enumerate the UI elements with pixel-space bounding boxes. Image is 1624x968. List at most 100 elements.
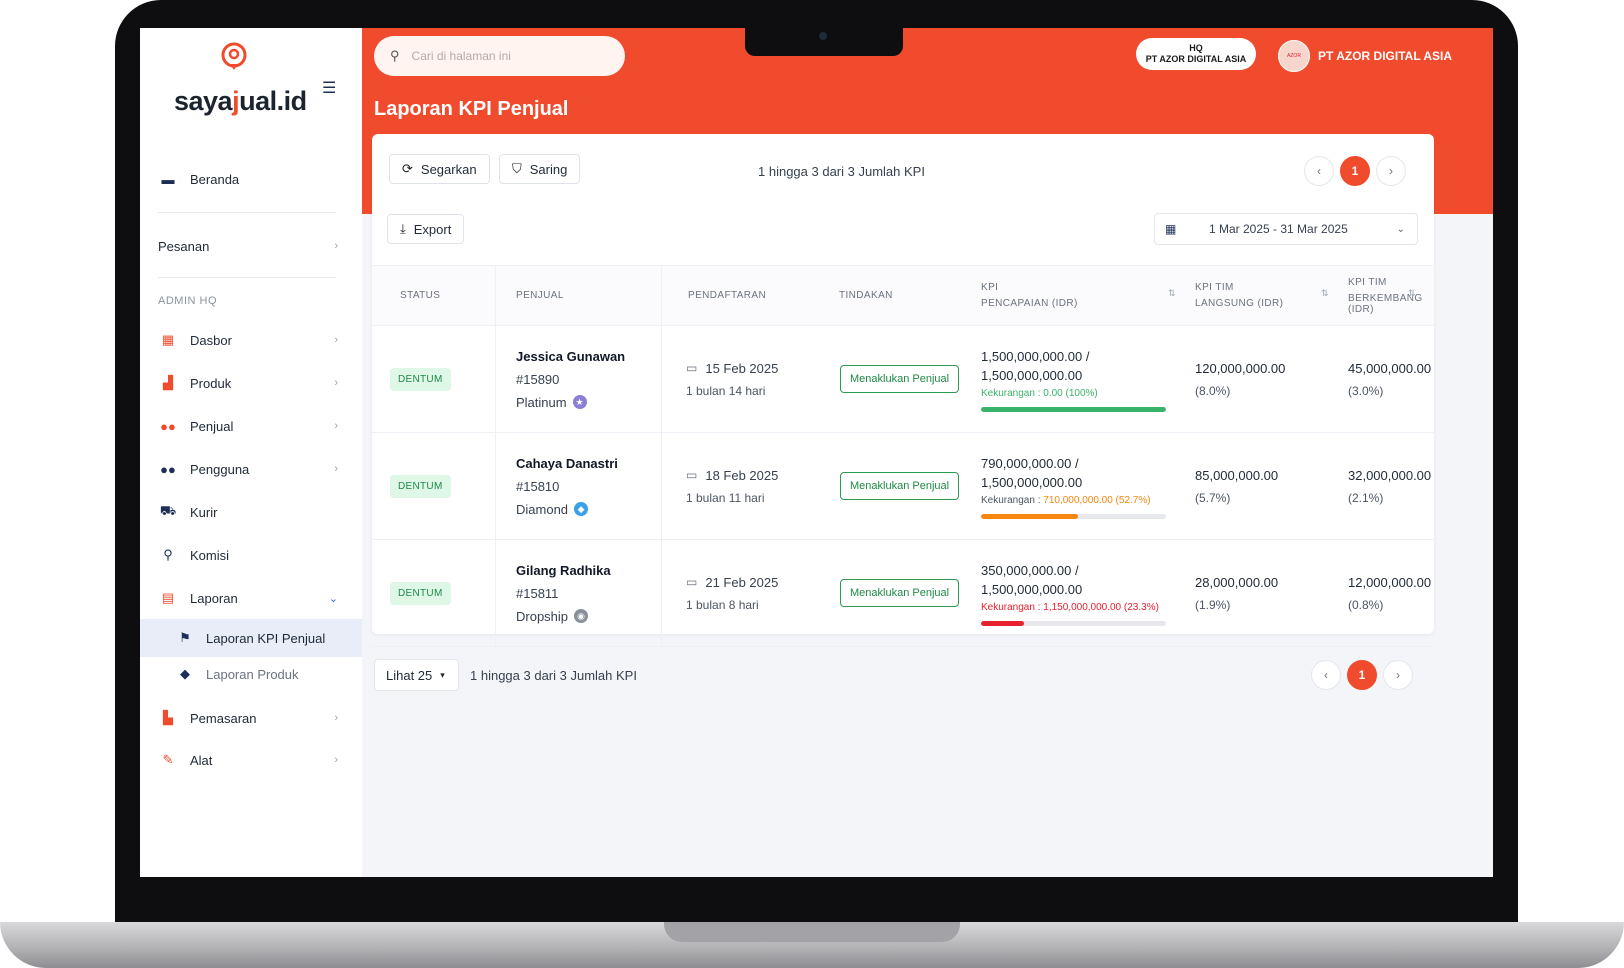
registration-duration: 1 bulan 8 hari [686,597,759,612]
seller-name[interactable]: Gilang Radhika [516,563,660,578]
prev-page-button[interactable]: ‹ [1304,156,1334,186]
header-team-dev[interactable]: KPI TIM BERKEMBANG (IDR) ⇅ [1347,265,1434,326]
page-title: Laporan KPI Penjual [374,98,569,120]
sidebar-item-home[interactable]: ▬ Beranda [158,165,344,193]
kpi-shortfall-label: Kekurangan : [981,494,1044,506]
header-action: TINDAKAN [839,265,980,326]
kpi-shortfall: Kekurangan : 710,000,000.00 (52.7%) [981,495,1193,506]
seller-id: #15811 [516,585,559,601]
marketing-icon: ▙ [163,710,173,725]
kpi-shortfall-value: 710,000,000.00 (52.7%) [1043,494,1151,506]
refresh-label: Segarkan [420,161,477,177]
sidebar-item-users[interactable]: ●● Pengguna › [158,455,344,483]
calendar-icon: ▭ [686,575,698,589]
hq-badge[interactable]: HQ PT AZOR DIGITAL ASIA [1136,38,1256,70]
kpi-progress-fill [981,406,1166,412]
sidebar-item-label: Pesanan [158,238,210,254]
chevron-right-icon: › [334,377,338,389]
kpi-target: 1,500,000,000.00 [981,581,1083,597]
sidebar-item-marketing[interactable]: ▙ Pemasaran › [158,704,344,732]
cell-team-dev: 12,000,000.00 (0.8%) [1347,539,1434,647]
download-icon: ⤓ [400,221,406,236]
card-icon: ▬ [161,171,175,187]
kpi-target: 1,500,000,000.00 [981,474,1083,490]
next-page-button[interactable]: › [1383,660,1413,690]
date-range-picker[interactable]: ▦ 1 Mar 2025 - 31 Mar 2025 ⌄ [1154,213,1418,245]
seller-tier: Dropship ◉ [516,609,660,624]
team-dev-percent: (2.1%) [1348,490,1384,505]
kpi-progress-bar [981,513,1166,519]
registration-date: ▭ 21 Feb 2025 [686,575,838,590]
kpi-card: ⟳ Segarkan ⛉ Saring 1 hingga 3 dari 3 Ju… [372,134,1434,647]
cell-action: Menaklukan Penjual [839,539,980,647]
cell-action: Menaklukan Penjual [839,432,980,540]
header-kpi-line2: PENCAPAIAN (IDR) [981,298,1078,309]
header-team-direct[interactable]: KPI TIM LANGSUNG (IDR) ⇅ [1194,265,1347,326]
search-input[interactable] [409,48,604,64]
seller-name[interactable]: Cahaya Danastri [516,456,660,471]
cell-status: DENTUM [372,325,496,433]
sidebar-item-products[interactable]: ▟ Produk › [158,369,344,397]
sidebar-item-label: Pemasaran [190,710,257,726]
next-page-button[interactable]: › [1376,156,1406,186]
export-button[interactable]: ⤓ Export [387,214,465,244]
filter-button[interactable]: ⛉ Saring [499,154,581,184]
table-header-row: STATUS PENJUAL PENDAFTARAN TINDAKAN KPI … [372,265,1434,326]
table-row: DENTUM Cahaya Danastri #15810 Diamond ◆ ▭ 18 F… [372,432,1434,540]
sidebar-item-orders[interactable]: Pesanan › [158,232,344,260]
header-kpi[interactable]: KPI PENCAPAIAN (IDR) ⇅ [980,265,1194,326]
menu-toggle-icon[interactable]: ☰ [322,78,336,98]
sidebar-item-label: Komisi [190,547,230,563]
kpi-progress-bar [981,406,1166,412]
logo-text: sayajual.id [174,86,307,116]
hq-badge-title: HQ [1189,43,1203,53]
sidebar-subitem-kpi-report[interactable]: ⚑ Laporan KPI Penjual [140,619,362,657]
cell-action: Menaklukan Penjual [839,325,980,433]
conquer-seller-button[interactable]: Menaklukan Penjual [840,365,960,393]
kpi-progress-fill [981,620,1025,626]
page-size-select[interactable]: Lihat 25 ▾ [374,659,459,691]
sort-icon[interactable]: ⇅ [1168,288,1176,299]
sidebar-item-courier[interactable]: ⛟ Kurir [158,498,344,526]
kpi-shortfall: Kekurangan : 0.00 (100%) [981,388,1193,399]
courier-icon: ⛟ [159,503,177,518]
sidebar-item-tools[interactable]: ✎ Alat › [158,746,344,774]
team-dev-percent: (3.0%) [1348,383,1384,398]
product-icon: ▟ [163,375,173,390]
seller-tier-label: Dropship [516,608,569,624]
report-icon: ▤ [161,590,175,605]
header-team-dev-line1: KPI TIM [1348,276,1387,288]
sidebar-subitem-product-report[interactable]: ◆ Laporan Produk [140,655,362,693]
sort-icon[interactable]: ⇅ [1321,288,1329,299]
users-icon: ●● [160,461,176,477]
registration-date: ▭ 18 Feb 2025 [686,468,838,483]
header-team-dev-line2: BERKEMBANG (IDR) [1348,292,1423,315]
sidebar-item-label: Produk [190,375,232,391]
sort-icon[interactable]: ⇅ [1408,288,1416,299]
header-status: STATUS [372,265,496,326]
chevron-down-icon: ⌄ [1396,223,1405,235]
sidebar-item-commission[interactable]: ⚲ Komisi [158,541,344,569]
registration-duration: 1 bulan 11 hari [686,490,765,505]
seller-name[interactable]: Jessica Gunawan [516,349,660,364]
sidebar-item-label: Dasbor [190,332,232,348]
sidebar-item-dashboard[interactable]: ▦ Dasbor › [158,326,344,354]
kpi-target: 1,500,000,000.00 [981,367,1083,383]
status-badge: DENTUM [390,474,451,498]
sidebar-item-sellers[interactable]: ●● Penjual › [158,412,344,440]
chevron-right-icon: › [334,334,338,346]
conquer-seller-button[interactable]: Menaklukan Penjual [840,472,960,500]
refresh-button[interactable]: ⟳ Segarkan [389,154,490,184]
logo[interactable]: sayajual.id [174,42,307,116]
company-switcher[interactable]: AZOR PT AZOR DIGITAL ASIA [1278,40,1452,72]
sidebar-item-reports[interactable]: ▤ Laporan ⌄ [158,584,344,612]
search-bar[interactable]: ⚲ [374,36,625,76]
cell-team-direct: 85,000,000.00 (5.7%) [1194,432,1347,540]
page-button-current[interactable]: 1 [1340,156,1370,186]
prev-page-button[interactable]: ‹ [1311,660,1341,690]
chevron-down-icon: ▾ [440,669,445,680]
page-button-current[interactable]: 1 [1347,660,1377,690]
sidebar-item-label: Laporan Produk [206,666,299,682]
seller-id: #15890 [516,371,560,387]
conquer-seller-button[interactable]: Menaklukan Penjual [840,579,960,607]
